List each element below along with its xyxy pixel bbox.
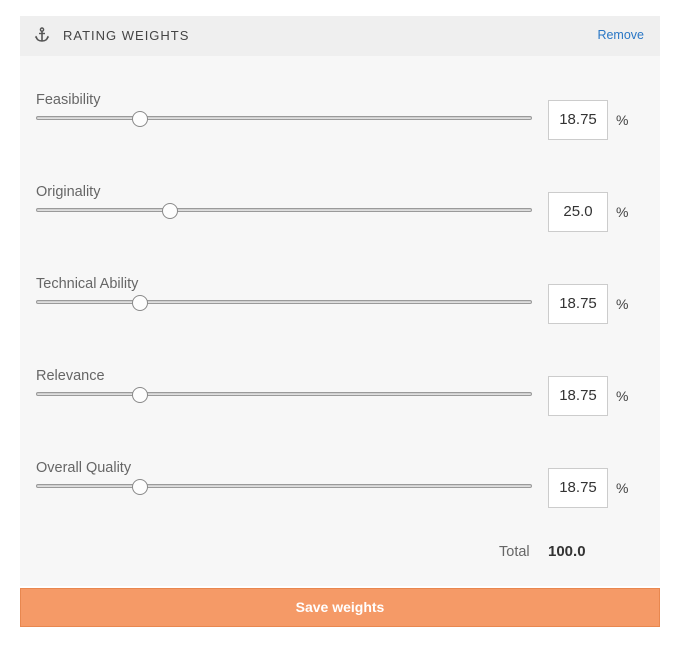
criterion-row-technical-ability: Technical Ability 18.75 % <box>20 276 660 368</box>
rating-weights-panel: RATING WEIGHTS Remove Feasibility 18.75 … <box>20 16 660 586</box>
criterion-label: Technical Ability <box>36 276 139 292</box>
criterion-label: Originality <box>36 184 101 200</box>
percent-sign: % <box>616 112 629 128</box>
percent-sign: % <box>616 480 629 496</box>
save-weights-button[interactable]: Save weights <box>20 588 660 627</box>
weight-slider[interactable] <box>36 293 532 313</box>
weight-input[interactable]: 18.75 <box>548 376 608 416</box>
weight-slider[interactable] <box>36 109 532 129</box>
remove-link[interactable]: Remove <box>597 28 644 42</box>
panel-header: RATING WEIGHTS Remove <box>20 16 660 56</box>
slider-thumb[interactable] <box>132 111 149 127</box>
slider-thumb[interactable] <box>132 387 149 403</box>
weight-input[interactable]: 18.75 <box>548 468 608 508</box>
criterion-row-relevance: Relevance 18.75 % <box>20 368 660 460</box>
percent-sign: % <box>616 204 629 220</box>
slider-track <box>36 300 532 304</box>
slider-thumb[interactable] <box>132 295 149 311</box>
criterion-label: Relevance <box>36 368 105 384</box>
slider-track <box>36 208 532 212</box>
criterion-label: Feasibility <box>36 92 101 108</box>
percent-sign: % <box>616 388 629 404</box>
weight-input[interactable]: 18.75 <box>548 100 608 140</box>
total-label: Total <box>499 544 530 560</box>
percent-sign: % <box>616 296 629 312</box>
slider-thumb[interactable] <box>132 479 149 495</box>
panel-title: RATING WEIGHTS <box>63 28 190 43</box>
slider-track <box>36 392 532 396</box>
weight-slider[interactable] <box>36 477 532 497</box>
weight-input[interactable]: 18.75 <box>548 284 608 324</box>
criterion-label: Overall Quality <box>36 460 132 476</box>
criterion-row-overall-quality: Overall Quality 18.75 % <box>20 460 660 552</box>
total-value: 100.0 <box>548 543 586 560</box>
weight-slider[interactable] <box>36 385 532 405</box>
criterion-row-feasibility: Feasibility 18.75 % <box>20 92 660 184</box>
weight-slider[interactable] <box>36 201 532 221</box>
weight-input[interactable]: 25.0 <box>548 192 608 232</box>
slider-track <box>36 116 532 120</box>
slider-thumb[interactable] <box>161 203 178 219</box>
anchor-icon <box>34 27 50 43</box>
slider-track <box>36 484 532 488</box>
criterion-row-originality: Originality 25.0 % <box>20 184 660 276</box>
